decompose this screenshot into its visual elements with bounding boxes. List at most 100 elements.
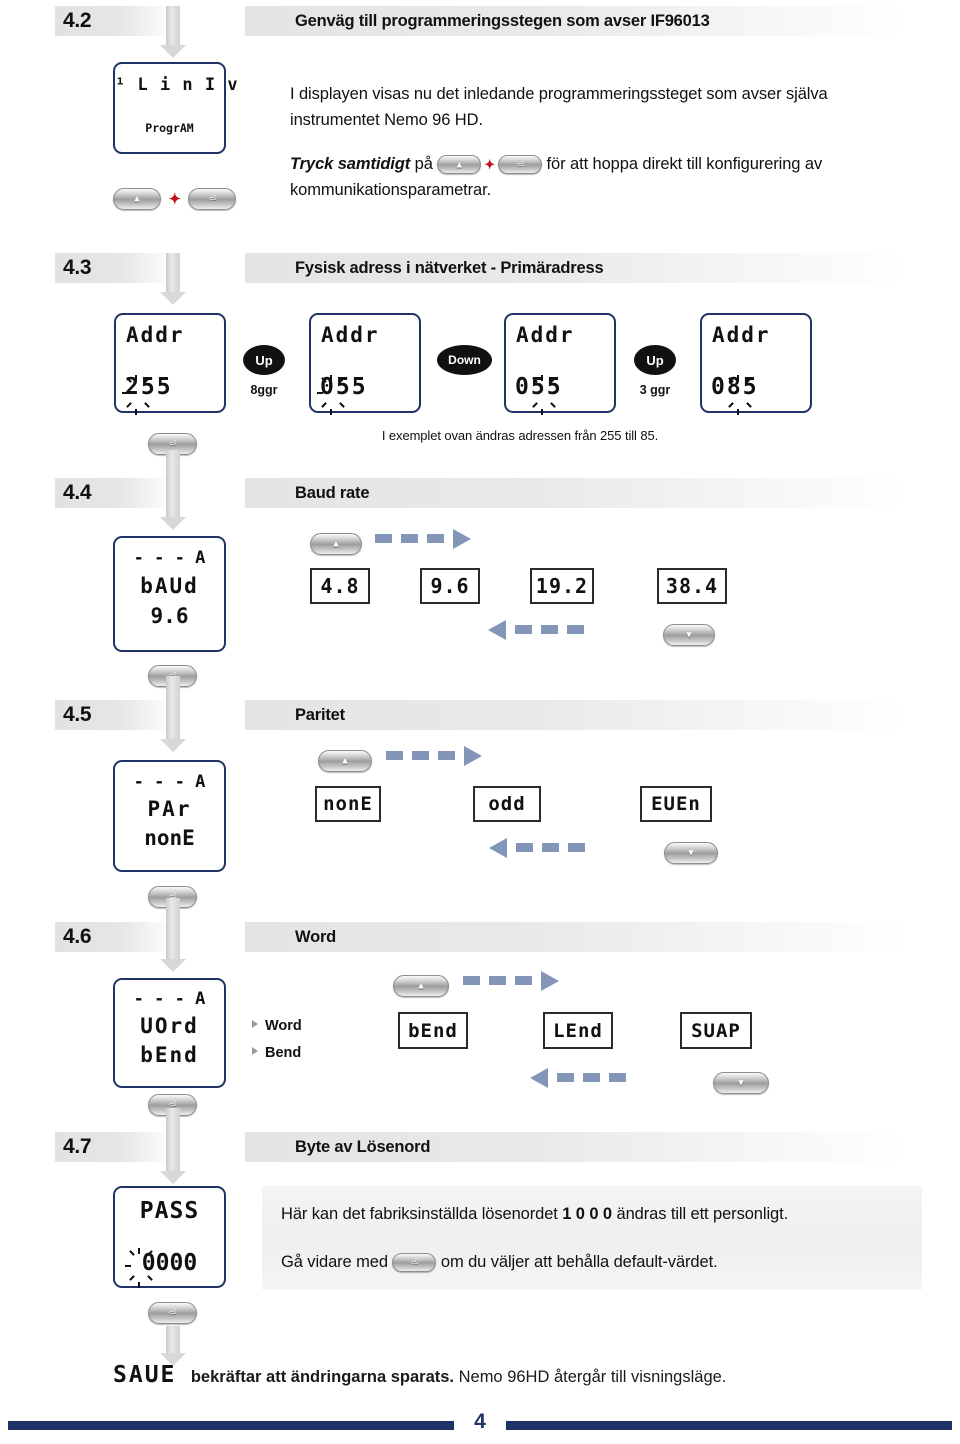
- lcd-line-2: ProgrAM: [145, 121, 194, 135]
- password-info-line-2: Gå vidare med ⏎ om du väljer att behålla…: [281, 1250, 921, 1276]
- section-4-3-caption: I exemplet ovan ändras adressen från 255…: [381, 428, 659, 443]
- lcd-line-1: ¹ L i n I v: [115, 75, 239, 95]
- parity-option-1[interactable]: odd: [473, 786, 541, 822]
- section-4-2-paragraph-1: I displayen visas nu det inledande progr…: [290, 85, 828, 129]
- backward-cycle-arrow-4-4: [488, 619, 593, 640]
- transition-count-1: 8ggr: [250, 383, 278, 397]
- lcd-label: Addr: [126, 323, 185, 347]
- up-button-inline[interactable]: ▲: [437, 155, 482, 175]
- triangle-up-icon: ▲: [340, 755, 350, 766]
- word-option-0[interactable]: bEnd: [398, 1012, 468, 1049]
- lcd-display-program: ¹ L i n I v ProgrAM: [113, 62, 239, 154]
- triangle-down-icon: ▼: [736, 1077, 746, 1088]
- transition-pill-up-1: Up: [243, 345, 285, 375]
- lcd-parity: - - - A PAr nonE: [113, 760, 226, 872]
- manual-page: 4.2 Genväg till programmeringsstegen som…: [0, 0, 960, 1444]
- baud-option-2[interactable]: 19.2: [530, 568, 594, 604]
- lcd-line-1: - - - A: [133, 772, 206, 792]
- section-number: 4.4: [55, 478, 175, 508]
- info-line-1-c: ändras till ett personligt.: [612, 1205, 789, 1223]
- section-number: 4.7: [55, 1132, 175, 1162]
- flow-arrow-down: [160, 676, 186, 752]
- footer-rule-right: [506, 1421, 952, 1430]
- enter-button-inline-4-7[interactable]: ⏎: [392, 1253, 437, 1273]
- save-segment-text: SAUE: [113, 1362, 177, 1388]
- lcd-addr-step-2: Addr 055: [309, 313, 421, 415]
- backward-cycle-arrow-4-5: [489, 837, 594, 858]
- down-button-4-5[interactable]: ▼: [664, 842, 718, 864]
- save-rest-text: Nemo 96HD återgår till visningsläge.: [454, 1368, 727, 1386]
- page-number: 4: [474, 1410, 486, 1433]
- lcd-line-3: bEnd: [140, 1043, 199, 1067]
- save-confirmation-row: SAUE bekräftar att ändringarna sparats. …: [113, 1362, 913, 1388]
- up-button-4-5[interactable]: ▲: [318, 750, 372, 772]
- forward-cycle-arrow-4-6: [463, 970, 559, 991]
- lcd-line-2: UOrd: [140, 1014, 199, 1038]
- lcd-value: 085: [711, 374, 759, 400]
- lcd-line-1: PASS: [139, 1198, 200, 1224]
- up-button[interactable]: ▲: [113, 188, 161, 210]
- word-label-text: Word: [265, 1018, 302, 1034]
- enter-arrow-icon: ⏎: [516, 159, 524, 170]
- triangle-right-icon: [252, 1020, 258, 1028]
- lcd-line-1: - - - A: [133, 989, 206, 1009]
- lcd-line-1: - - - A: [133, 548, 206, 568]
- enter-arrow-icon: ⏎: [208, 193, 217, 204]
- enter-button-4-7[interactable]: ⏎: [148, 1302, 197, 1324]
- lcd-word: - - - A UOrd bEnd: [113, 978, 226, 1088]
- lcd-line-3: nonE: [144, 826, 195, 850]
- emphasis-press-simultaneously: Tryck samtidigt: [290, 155, 411, 173]
- lcd-line-2: bAUd: [140, 574, 199, 598]
- down-button-4-6[interactable]: ▼: [713, 1072, 769, 1094]
- lcd-addr-step-3: Addr 055: [504, 313, 616, 415]
- lcd-value: 055: [515, 374, 563, 400]
- transition-pill-up-2: Up: [634, 345, 676, 375]
- baud-option-3[interactable]: 38.4: [657, 568, 727, 604]
- parity-option-0[interactable]: nonE: [315, 786, 381, 822]
- section-title: Fysisk adress i nätverket - Primäradress: [245, 253, 905, 283]
- section-number: 4.5: [55, 700, 175, 730]
- enter-arrow-icon: ⏎: [410, 1257, 419, 1268]
- forward-cycle-arrow-4-5: [386, 745, 482, 766]
- transition-count-2: 3 ggr: [639, 383, 671, 397]
- lcd-label: Addr: [712, 323, 771, 347]
- plus-icon: ✦: [168, 191, 182, 208]
- section-title: Genväg till programmeringsstegen som avs…: [245, 6, 905, 36]
- enter-arrow-icon: ⏎: [168, 438, 177, 449]
- enter-button[interactable]: ⏎: [188, 188, 237, 210]
- section-4-2-paragraph-2: Tryck samtidigt på ▲ ✦ ⏎ för att hoppa dir…: [290, 152, 910, 203]
- flow-arrow-down-save: [160, 1326, 186, 1366]
- lcd-line-3: 9.6: [150, 604, 189, 628]
- triangle-down-icon: ▼: [686, 847, 696, 858]
- parity-option-2[interactable]: EUEn: [640, 786, 712, 822]
- section-number: 4.3: [55, 253, 175, 283]
- lcd-label: Addr: [516, 323, 575, 347]
- baud-option-0[interactable]: 4.8: [310, 568, 370, 604]
- enter-button-inline[interactable]: ⏎: [498, 155, 543, 175]
- button-combo-shortcut: ▲ ✦ ⏎: [113, 188, 237, 210]
- flow-arrow-down: [160, 450, 186, 530]
- bend-label-text: Bend: [265, 1045, 302, 1061]
- section-number: 4.6: [55, 922, 175, 952]
- paragraph-2-mid: på: [410, 155, 438, 173]
- lcd-addr-step-1: Addr 255: [114, 313, 226, 415]
- lcd-value: 055: [320, 374, 368, 400]
- down-button-4-4[interactable]: ▼: [663, 624, 715, 646]
- triangle-up-icon: ▲: [331, 538, 341, 549]
- backward-cycle-arrow-4-6: [530, 1067, 635, 1088]
- section-number: 4.2: [55, 6, 175, 36]
- word-option-2[interactable]: SUAP: [680, 1012, 752, 1049]
- enter-arrow-icon: ⏎: [168, 1307, 177, 1318]
- footer-rule-left: [8, 1421, 454, 1430]
- lcd-addr-step-4: Addr 085: [700, 313, 812, 415]
- up-button-4-4[interactable]: ▲: [310, 533, 362, 555]
- triangle-up-icon: ▲: [454, 159, 464, 170]
- transition-pill-down: Down: [437, 345, 492, 375]
- triangle-down-icon: ▼: [684, 629, 694, 640]
- up-button-4-6[interactable]: ▲: [393, 975, 449, 997]
- baud-option-1[interactable]: 9.6: [420, 568, 480, 604]
- word-option-1[interactable]: LEnd: [543, 1012, 613, 1049]
- info-line-1-a: Här kan det fabriksinställda lösenordet: [281, 1205, 563, 1223]
- flow-arrow-down: [160, 6, 186, 58]
- triangle-right-icon: [252, 1047, 258, 1055]
